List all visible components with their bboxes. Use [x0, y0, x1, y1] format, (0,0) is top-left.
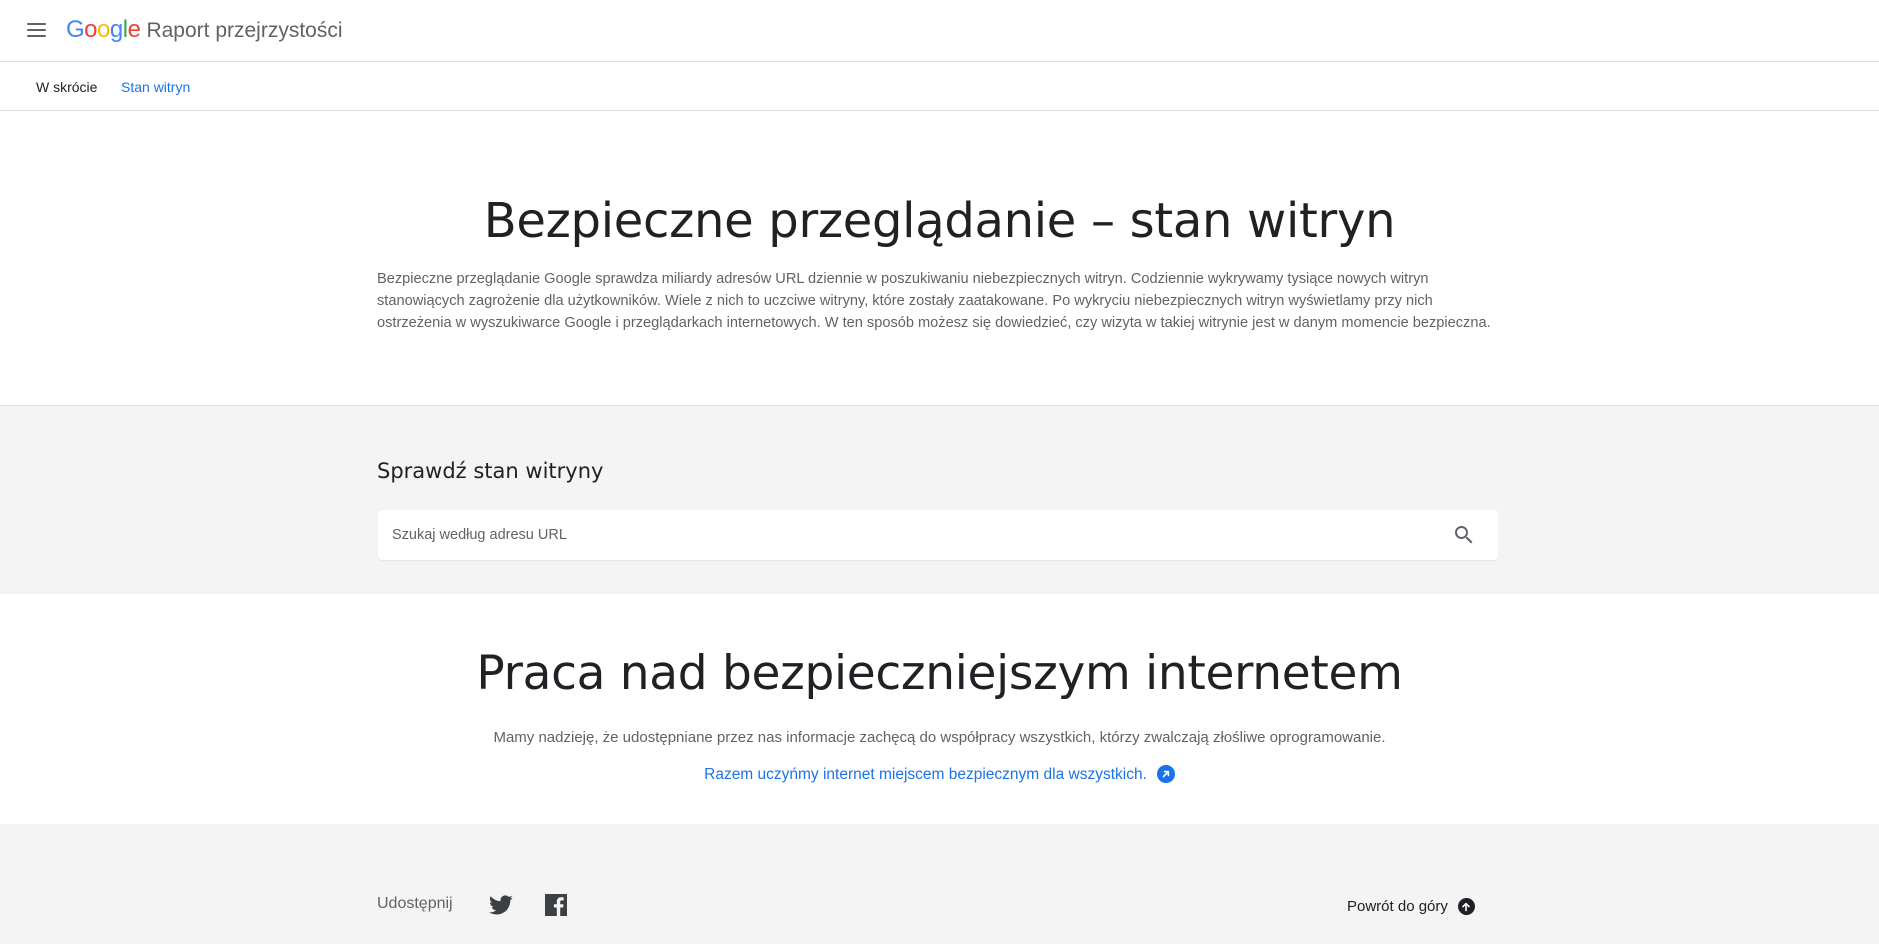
top-app-bar: Google Raport przejrzystości [0, 0, 1879, 62]
safer-internet-link-text[interactable]: Razem uczyńmy internet miejscem bezpiecz… [704, 766, 1147, 783]
safer-internet-section: Praca nad bezpieczniejszym internetem Ma… [0, 594, 1879, 824]
back-to-top-label[interactable]: Powrót do góry [1347, 898, 1448, 915]
site-status-search-section: Sprawdź stan witryny [0, 406, 1879, 594]
search-box [378, 510, 1498, 560]
back-to-top-button[interactable]: Powrót do góry [1347, 898, 1475, 915]
footer: Udostępnij Powrót do góry [0, 824, 1879, 944]
page-title: Bezpieczne przeglądanie – stan witryn [483, 193, 1396, 249]
arrow-up-right-circle-icon[interactable] [1156, 765, 1175, 783]
brand[interactable]: Google Raport przejrzystości [66, 14, 343, 46]
arrow-up-circle-icon[interactable] [1457, 898, 1475, 915]
search-icon[interactable] [1452, 523, 1476, 547]
share-label: Udostępnij [377, 895, 453, 912]
tab-site-status[interactable]: Stan witryn [121, 77, 190, 97]
search-section-title: Sprawdź stan witryny [377, 459, 604, 483]
tab-bar: W skrócie Stan witryn [0, 62, 1879, 111]
safer-internet-description: Mamy nadzieję, że udostępniane przez nas… [493, 729, 1386, 746]
facebook-icon[interactable] [544, 893, 568, 917]
safer-internet-link[interactable]: Razem uczyńmy internet miejscem bezpiecz… [0, 764, 1879, 786]
url-search-input[interactable] [392, 510, 1432, 560]
twitter-icon[interactable] [489, 893, 513, 917]
google-logo: Google [66, 16, 141, 43]
hero-section: Bezpieczne przeglądanie – stan witryn Be… [0, 111, 1879, 406]
app-title: Raport przejrzystości [146, 18, 343, 42]
safer-internet-title: Praca nad bezpieczniejszym internetem [476, 646, 1403, 701]
hero-description: Bezpieczne przeglądanie Google sprawdza … [377, 271, 1491, 331]
hamburger-menu-icon[interactable] [22, 16, 50, 44]
tab-overview[interactable]: W skrócie [36, 77, 97, 97]
